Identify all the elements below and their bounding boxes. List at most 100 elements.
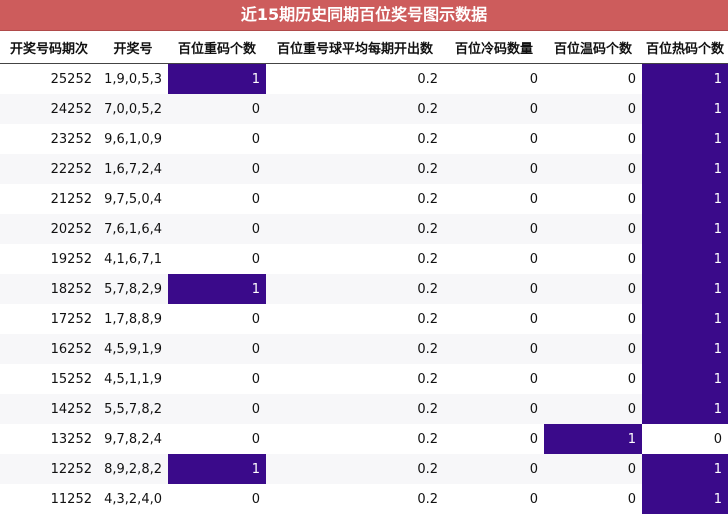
- cell-hot: 1: [642, 484, 728, 514]
- cell-period: 18252: [0, 274, 98, 304]
- cell-hot: 1: [642, 454, 728, 484]
- cell-average: 0.2: [266, 94, 444, 124]
- cell-period: 17252: [0, 304, 98, 334]
- cell-numbers: 4,5,1,1,9: [98, 364, 168, 394]
- table-row: 24252 7,0,0,5,2 0 0.2 0 0 1: [0, 94, 728, 124]
- cell-repeat: 0: [168, 214, 266, 244]
- cell-numbers: 7,0,0,5,2: [98, 94, 168, 124]
- cell-average: 0.2: [266, 63, 444, 94]
- cell-average: 0.2: [266, 364, 444, 394]
- cell-numbers: 8,9,2,8,2: [98, 454, 168, 484]
- cell-period: 22252: [0, 154, 98, 184]
- cell-period: 20252: [0, 214, 98, 244]
- cell-cold: 0: [444, 484, 544, 514]
- cell-numbers: 5,5,7,8,2: [98, 394, 168, 424]
- cell-average: 0.2: [266, 304, 444, 334]
- cell-warm: 0: [544, 484, 642, 514]
- column-header-cold: 百位冷码数量: [444, 31, 544, 64]
- cell-warm: 0: [544, 63, 642, 94]
- cell-repeat: 0: [168, 364, 266, 394]
- cell-numbers: 1,7,8,8,9: [98, 304, 168, 334]
- cell-period: 19252: [0, 244, 98, 274]
- data-table: 开奖号码期次 开奖号 百位重码个数 百位重号球平均每期开出数 百位冷码数量 百位…: [0, 31, 728, 514]
- cell-warm: 0: [544, 214, 642, 244]
- cell-average: 0.2: [266, 424, 444, 454]
- table-row: 23252 9,6,1,0,9 0 0.2 0 0 1: [0, 124, 728, 154]
- table-row: 22252 1,6,7,2,4 0 0.2 0 0 1: [0, 154, 728, 184]
- table-row: 17252 1,7,8,8,9 0 0.2 0 0 1: [0, 304, 728, 334]
- cell-repeat: 0: [168, 334, 266, 364]
- cell-warm: 0: [544, 274, 642, 304]
- column-header-period: 开奖号码期次: [0, 31, 98, 64]
- cell-repeat: 1: [168, 454, 266, 484]
- cell-repeat: 0: [168, 484, 266, 514]
- cell-cold: 0: [444, 94, 544, 124]
- cell-hot: 1: [642, 274, 728, 304]
- column-header-repeat: 百位重码个数: [168, 31, 266, 64]
- cell-repeat: 1: [168, 274, 266, 304]
- cell-numbers: 5,7,8,2,9: [98, 274, 168, 304]
- cell-repeat: 0: [168, 184, 266, 214]
- cell-repeat: 0: [168, 394, 266, 424]
- cell-hot: 1: [642, 154, 728, 184]
- cell-cold: 0: [444, 184, 544, 214]
- cell-numbers: 9,7,5,0,4: [98, 184, 168, 214]
- cell-warm: 0: [544, 394, 642, 424]
- column-header-warm: 百位温码个数: [544, 31, 642, 64]
- cell-period: 16252: [0, 334, 98, 364]
- cell-average: 0.2: [266, 244, 444, 274]
- cell-hot: 1: [642, 184, 728, 214]
- cell-hot: 1: [642, 304, 728, 334]
- cell-period: 12252: [0, 454, 98, 484]
- cell-repeat: 1: [168, 63, 266, 94]
- cell-cold: 0: [444, 394, 544, 424]
- cell-numbers: 9,7,8,2,4: [98, 424, 168, 454]
- cell-period: 25252: [0, 63, 98, 94]
- cell-cold: 0: [444, 124, 544, 154]
- cell-warm: 1: [544, 424, 642, 454]
- table-row: 12252 8,9,2,8,2 1 0.2 0 0 1: [0, 454, 728, 484]
- cell-cold: 0: [444, 304, 544, 334]
- cell-warm: 0: [544, 244, 642, 274]
- cell-cold: 0: [444, 63, 544, 94]
- cell-numbers: 7,6,1,6,4: [98, 214, 168, 244]
- cell-repeat: 0: [168, 124, 266, 154]
- table-row: 13252 9,7,8,2,4 0 0.2 0 1 0: [0, 424, 728, 454]
- cell-hot: 0: [642, 424, 728, 454]
- table-row: 20252 7,6,1,6,4 0 0.2 0 0 1: [0, 214, 728, 244]
- cell-warm: 0: [544, 364, 642, 394]
- column-header-numbers: 开奖号: [98, 31, 168, 64]
- cell-repeat: 0: [168, 154, 266, 184]
- cell-period: 24252: [0, 94, 98, 124]
- cell-hot: 1: [642, 394, 728, 424]
- cell-warm: 0: [544, 124, 642, 154]
- cell-hot: 1: [642, 214, 728, 244]
- cell-numbers: 1,9,0,5,3: [98, 63, 168, 94]
- table-row: 21252 9,7,5,0,4 0 0.2 0 0 1: [0, 184, 728, 214]
- cell-warm: 0: [544, 454, 642, 484]
- cell-hot: 1: [642, 124, 728, 154]
- cell-hot: 1: [642, 63, 728, 94]
- cell-hot: 1: [642, 364, 728, 394]
- cell-period: 14252: [0, 394, 98, 424]
- cell-warm: 0: [544, 154, 642, 184]
- cell-hot: 1: [642, 244, 728, 274]
- cell-average: 0.2: [266, 214, 444, 244]
- cell-period: 15252: [0, 364, 98, 394]
- cell-numbers: 1,6,7,2,4: [98, 154, 168, 184]
- cell-cold: 0: [444, 154, 544, 184]
- cell-average: 0.2: [266, 334, 444, 364]
- cell-average: 0.2: [266, 394, 444, 424]
- cell-numbers: 4,3,2,4,0: [98, 484, 168, 514]
- cell-period: 21252: [0, 184, 98, 214]
- cell-average: 0.2: [266, 184, 444, 214]
- table-row: 18252 5,7,8,2,9 1 0.2 0 0 1: [0, 274, 728, 304]
- cell-hot: 1: [642, 94, 728, 124]
- header-row: 开奖号码期次 开奖号 百位重码个数 百位重号球平均每期开出数 百位冷码数量 百位…: [0, 31, 728, 64]
- cell-cold: 0: [444, 424, 544, 454]
- cell-numbers: 4,5,9,1,9: [98, 334, 168, 364]
- page-title: 近15期历史同期百位奖号图示数据: [0, 0, 728, 31]
- cell-cold: 0: [444, 364, 544, 394]
- table-body: 25252 1,9,0,5,3 1 0.2 0 0 1 24252 7,0,0,5,2 0 0.2 0…: [0, 63, 728, 514]
- cell-cold: 0: [444, 214, 544, 244]
